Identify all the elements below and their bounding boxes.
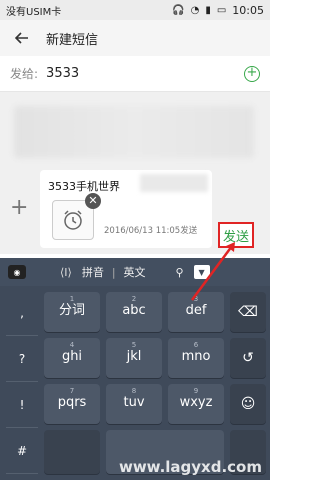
symbol-exclaim[interactable]: ! <box>6 382 38 428</box>
send-button[interactable]: 发送 <box>218 222 254 248</box>
search-icon[interactable]: ⚲ <box>176 266 184 279</box>
key-6[interactable]: 6 mno <box>168 338 224 378</box>
carrier-label: 没有USIM卡 <box>6 6 62 18</box>
compose-box[interactable]: 3533手机世界 ✕ 2016/06/13 11:05发送 <box>40 170 212 248</box>
schedule-time: 2016/06/13 11:05发送 <box>104 226 198 236</box>
headset-icon: 🎧 <box>172 4 185 16</box>
symbol-column[interactable]: , ? ! # <box>6 290 38 476</box>
english-mode-button[interactable]: 英文 <box>124 264 146 280</box>
recipient-field[interactable]: 3533 <box>46 66 244 81</box>
key-2[interactable]: 2 abc <box>106 292 162 332</box>
backspace-key[interactable]: ⌫ <box>230 292 266 332</box>
watermark-text: www.lagyxd.com <box>118 458 262 476</box>
symbol-hash[interactable]: # <box>6 428 38 474</box>
cursor-button[interactable]: ⟨I⟩ <box>60 266 72 279</box>
key-9[interactable]: 9 wxyz <box>168 384 224 424</box>
pinyin-mode-button[interactable]: 拼音 <box>82 264 104 280</box>
toolbar-divider: | <box>111 265 116 279</box>
blurred-text <box>140 174 208 192</box>
clear-key[interactable]: ↺ <box>230 338 266 378</box>
attachment-thumbnail[interactable]: ✕ <box>52 193 101 240</box>
symbol-question[interactable]: ? <box>6 336 38 382</box>
emoji-icon: ☺ <box>240 396 256 412</box>
add-contact-button[interactable]: + <box>244 65 260 82</box>
alarm-clock-icon <box>64 210 82 230</box>
hide-keyboard-icon[interactable]: ▼ <box>193 265 210 279</box>
wifi-icon: ◔ <box>190 4 200 16</box>
key-symbols[interactable] <box>44 430 100 474</box>
page-title: 新建短信 <box>46 32 99 48</box>
blurred-region <box>14 106 254 158</box>
attach-plus-button[interactable]: + <box>10 197 30 219</box>
key-4[interactable]: 4 ghi <box>44 338 100 378</box>
remove-attachment-icon[interactable]: ✕ <box>85 193 101 209</box>
keyboard: ◉ ⟨I⟩ 拼音 | 英文 ⚲ ▼ , ? ! # 1 分词 2 abc 3 d… <box>0 258 270 480</box>
symbol-comma[interactable]: , <box>6 290 38 336</box>
key-8[interactable]: 8 tuv <box>106 384 162 424</box>
keyboard-logo-icon[interactable]: ◉ <box>8 265 26 279</box>
clear-icon: ↺ <box>242 350 254 366</box>
emoji-key[interactable]: ☺ <box>230 384 266 424</box>
key-1[interactable]: 1 分词 <box>44 292 100 332</box>
message-input[interactable]: 3533手机世界 <box>48 178 120 194</box>
backspace-icon: ⌫ <box>238 304 258 320</box>
back-button[interactable] <box>10 26 34 50</box>
clock: 10:05 <box>232 3 264 17</box>
battery-icon: ▭ <box>216 4 227 16</box>
key-3[interactable]: 3 def <box>168 292 224 332</box>
recipient-label: 发给: <box>10 67 39 81</box>
recipient-row[interactable]: 发给: 3533 + <box>0 56 270 92</box>
back-arrow-icon <box>15 32 28 44</box>
keyboard-toolbar: ◉ ⟨I⟩ 拼音 | 英文 ⚲ ▼ <box>0 258 270 286</box>
key-7[interactable]: 7 pqrs <box>44 384 100 424</box>
signal-icon: ▮ <box>205 4 211 16</box>
app-header: 新建短信 <box>0 20 270 56</box>
key-5[interactable]: 5 jkl <box>106 338 162 378</box>
status-bar: 没有USIM卡 🎧 ◔ ▮ ▭ 10:05 <box>0 0 270 20</box>
